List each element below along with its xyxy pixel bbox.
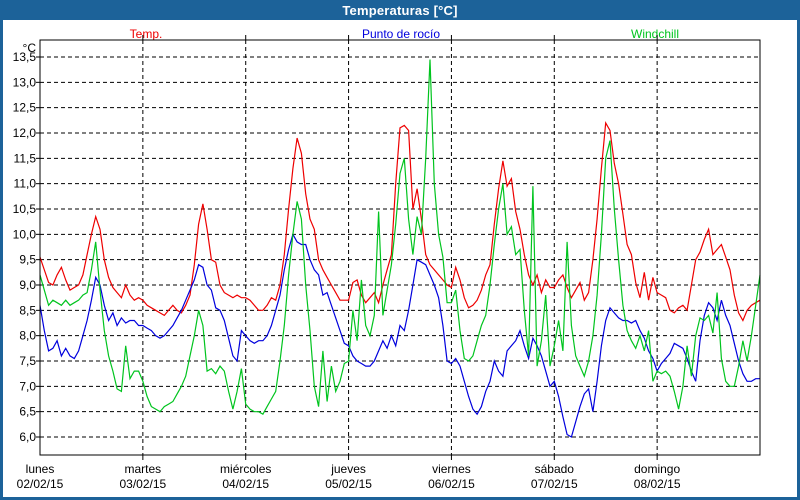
y-axis-label: 6,5: [19, 405, 36, 419]
y-axis-label: 11,0: [14, 177, 37, 191]
y-axis-label: 10,5: [13, 202, 37, 216]
x-axis-day-name: viernes: [432, 462, 471, 476]
y-axis-label: 11,5: [14, 151, 37, 165]
y-axis-label: 12,5: [13, 101, 37, 115]
x-axis-day-name: lunes: [26, 462, 55, 476]
series-line-temp-: [40, 123, 760, 321]
y-axis-label: 13,0: [13, 75, 37, 89]
y-axis-label: 6,0: [19, 430, 36, 444]
x-axis-day-name: martes: [125, 462, 162, 476]
weather-chart-window: Temperaturas [°C] Temp.Punto de rocíoWin…: [0, 0, 800, 500]
x-axis-day-name: jueves: [330, 462, 366, 476]
temperature-chart: 13,513,012,512,011,511,010,510,09,59,08,…: [0, 0, 800, 500]
y-axis-label: 7,0: [19, 379, 36, 393]
y-axis-label: 8,0: [19, 329, 36, 343]
y-axis-label: 10,0: [13, 227, 37, 241]
x-axis-day-date: 06/02/15: [428, 477, 475, 491]
x-axis-day-date: 03/02/15: [119, 477, 166, 491]
y-axis-label: 8,5: [19, 303, 36, 317]
y-axis-label: 12,0: [13, 126, 37, 140]
y-axis-label: 7,5: [19, 354, 36, 368]
x-axis-day-name: domingo: [634, 462, 680, 476]
x-axis-day-name: sábado: [535, 462, 575, 476]
plot-border: [40, 40, 760, 455]
x-axis-day-name: miércoles: [220, 462, 271, 476]
x-axis-day-date: 08/02/15: [634, 477, 681, 491]
x-axis-day-date: 02/02/15: [17, 477, 64, 491]
y-axis-label: 9,0: [19, 278, 36, 292]
y-axis-label: 9,5: [19, 253, 36, 267]
x-axis-day-date: 07/02/15: [531, 477, 578, 491]
y-axis-unit: °C: [23, 41, 37, 55]
x-axis-day-date: 04/02/15: [222, 477, 269, 491]
x-axis-day-date: 05/02/15: [325, 477, 372, 491]
